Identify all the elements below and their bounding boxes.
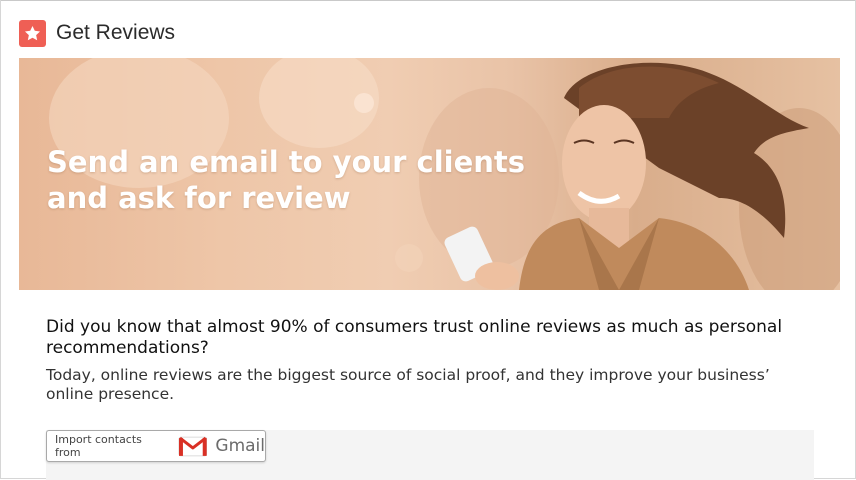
intro-description: Today, online reviews are the biggest so… [46, 366, 770, 403]
intro-question: Did you know that almost 90% of consumer… [46, 317, 783, 358]
panel-header: Get Reviews [19, 19, 175, 47]
import-label: Import contacts from [55, 433, 142, 459]
banner-line-1: Send an email to your clients [47, 145, 526, 179]
hero-banner: Send an email to your clients and ask fo… [19, 58, 840, 290]
gmail-label: Gmail [215, 436, 265, 456]
star-icon [19, 19, 46, 47]
banner-line-2: and ask for review [47, 181, 351, 215]
page-title: Get Reviews [56, 21, 176, 44]
import-area: Import contacts from Gmail [46, 430, 814, 480]
intro-section: Did you know that almost 90% of consumer… [46, 317, 806, 404]
import-gmail-button[interactable]: Import contacts from Gmail [46, 430, 266, 462]
banner-headline: Send an email to your clients and ask fo… [47, 144, 567, 216]
gmail-icon [178, 436, 207, 457]
